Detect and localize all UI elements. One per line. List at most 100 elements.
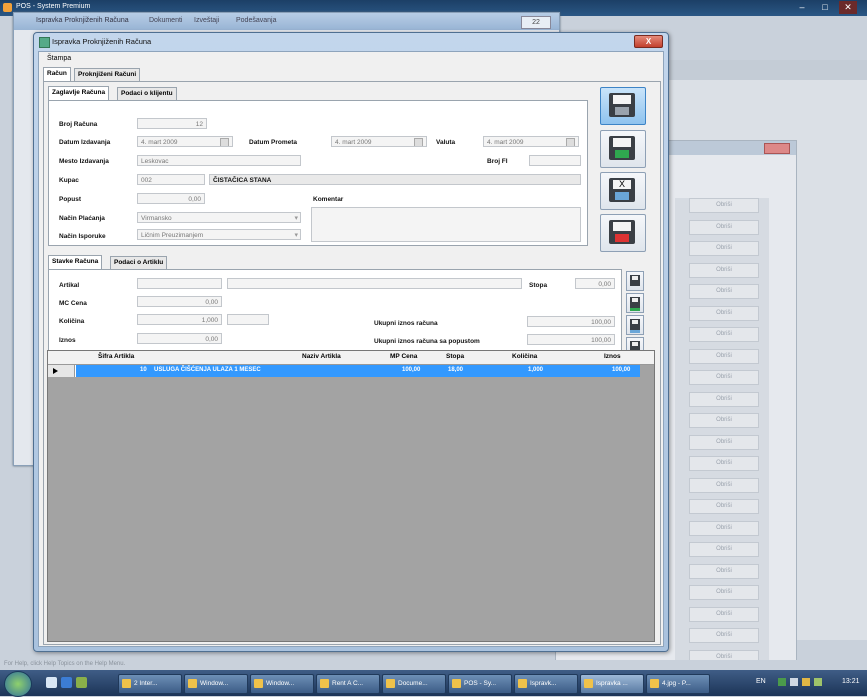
taskbar-app-icon xyxy=(584,678,593,688)
minimize-icon[interactable]: – xyxy=(793,1,811,14)
language-indicator[interactable]: EN xyxy=(756,678,766,685)
show-desktop-icon[interactable] xyxy=(46,677,57,688)
ie-icon[interactable] xyxy=(61,677,72,688)
tab-podaci-o-klijentu[interactable]: Podaci o klijentu xyxy=(117,87,177,100)
calendar-icon[interactable] xyxy=(566,138,575,146)
taskbar-button[interactable]: Ispravk... xyxy=(514,674,578,694)
column-stopa[interactable]: Stopa xyxy=(446,353,464,360)
undo-button[interactable] xyxy=(600,214,646,252)
table-row[interactable]: 10 USLUGA ČIŠĆENJA ULAZA 1 MESEC 100,00 … xyxy=(48,365,640,377)
switch-windows-icon[interactable] xyxy=(76,677,87,688)
menu-podesavanja[interactable]: Podešavanja xyxy=(236,17,276,24)
column-mp-cena[interactable]: MP Cena xyxy=(390,353,417,360)
row-selector[interactable] xyxy=(48,365,75,377)
taskbar-button[interactable]: 2 Inter... xyxy=(118,674,182,694)
mesto-izdavanja-field[interactable]: Leskovac xyxy=(137,155,301,166)
tab-podaci-o-artiklu[interactable]: Podaci o Artiklu xyxy=(110,256,168,269)
taskbar-app-icon xyxy=(188,678,197,688)
kupac-name-field: ČISTAČICA STANA xyxy=(209,174,581,185)
start-button[interactable] xyxy=(4,671,32,697)
obrisi-button[interactable]: Obriši xyxy=(689,284,759,299)
datum-prometa-picker[interactable]: 4. mart 2009 xyxy=(331,136,427,147)
taskbar-button[interactable]: Rent A C... xyxy=(316,674,380,694)
obrisi-button[interactable]: Obriši xyxy=(689,628,759,643)
obrisi-button[interactable]: Obriši xyxy=(689,413,759,428)
taskbar-button[interactable]: POS - Sy... xyxy=(448,674,512,694)
tab-stavke-racuna[interactable]: Stavke Računa xyxy=(48,255,103,269)
popust-field[interactable]: 0,00 xyxy=(137,193,205,204)
obrisi-button[interactable]: Obriši xyxy=(689,585,759,600)
broj-racuna-field[interactable]: 12 xyxy=(137,118,207,129)
kolicina-field[interactable]: 1,000 xyxy=(137,314,222,325)
maximize-icon[interactable]: □ xyxy=(816,1,834,14)
floppy-arrow-icon xyxy=(630,297,640,311)
taskbar-button[interactable]: Docume... xyxy=(382,674,446,694)
valuta-picker[interactable]: 4. mart 2009 xyxy=(483,136,579,147)
obrisi-button[interactable]: Obriši xyxy=(689,262,759,278)
taskbar-button[interactable]: 4.jpg - P... xyxy=(646,674,710,694)
close-button[interactable]: X xyxy=(634,35,663,48)
obrisi-button[interactable]: Obriši xyxy=(689,305,759,321)
cancel-button[interactable]: X xyxy=(600,172,646,210)
item-cancel-button[interactable] xyxy=(626,315,644,335)
nacin-isporuke-select[interactable]: Ličnim Preuzimanjem xyxy=(137,229,301,240)
window-icon xyxy=(39,37,50,48)
nacin-placanja-select[interactable]: Virmansko xyxy=(137,212,301,223)
tab-zaglavlje-racuna[interactable]: Zaglavlje Računa xyxy=(48,86,110,100)
save-new-button[interactable] xyxy=(600,130,646,168)
datum-izdavanja-picker[interactable]: 4. mart 2009 xyxy=(137,136,233,147)
column-kolicina[interactable]: Količina xyxy=(512,353,537,360)
artikal-name-field[interactable] xyxy=(227,278,522,289)
save-button[interactable] xyxy=(600,87,646,125)
cell-sifra: 10 xyxy=(140,367,147,373)
column-naziv[interactable]: Naziv Artikla xyxy=(302,353,341,360)
item-save-button[interactable] xyxy=(626,271,644,291)
mc-cena-field[interactable]: 0,00 xyxy=(137,296,222,307)
artikal-code-field[interactable] xyxy=(137,278,222,289)
tab-proknjizeni-racuni[interactable]: Proknjiženi Računi xyxy=(74,68,141,81)
column-iznos[interactable]: Iznos xyxy=(604,353,621,360)
close-icon[interactable] xyxy=(764,143,790,154)
tray-update-icon[interactable] xyxy=(814,678,822,686)
obrisi-button[interactable]: Obriši xyxy=(689,499,759,514)
items-table[interactable]: Šifra Artikla Naziv Artikla MP Cena Stop… xyxy=(47,350,655,642)
menu-izvestaji[interactable]: Izveštaji xyxy=(194,17,219,24)
calendar-icon[interactable] xyxy=(220,138,229,146)
obrisi-button[interactable]: Obriši xyxy=(689,520,759,536)
obrisi-button[interactable]: Obriši xyxy=(689,348,759,364)
obrisi-button[interactable]: Obriši xyxy=(689,456,759,471)
ukupni-iznos-field: 100,00 xyxy=(527,316,615,327)
obrisi-button[interactable]: Obriši xyxy=(689,563,759,579)
obrisi-button[interactable]: Obriši xyxy=(689,370,759,385)
taskbar-button[interactable]: Window... xyxy=(250,674,314,694)
taskbar-button[interactable]: Ispravka ... xyxy=(580,674,644,694)
menu-dokumenti[interactable]: Dokumenti xyxy=(149,17,182,24)
stopa-field[interactable]: 0,00 xyxy=(575,278,615,289)
tab-racun[interactable]: Račun xyxy=(43,67,71,81)
tray-app-icon[interactable] xyxy=(802,678,810,686)
kupac-code-field[interactable]: 002 xyxy=(137,174,205,185)
obrisi-button[interactable]: Obriši xyxy=(689,327,759,342)
obrisi-button[interactable]: Obriši xyxy=(689,434,759,450)
volume-icon[interactable] xyxy=(790,678,798,686)
network-icon[interactable] xyxy=(778,678,786,686)
background-close-button[interactable]: 22 xyxy=(521,16,551,29)
item-new-button[interactable] xyxy=(626,293,644,313)
obrisi-button[interactable]: Obriši xyxy=(689,241,759,256)
obrisi-button[interactable]: Obriši xyxy=(689,198,759,213)
obrisi-button[interactable]: Obriši xyxy=(689,219,759,235)
taskbar-button[interactable]: Window... xyxy=(184,674,248,694)
obrisi-button[interactable]: Obriši xyxy=(689,542,759,557)
column-sifra[interactable]: Šifra Artikla xyxy=(98,353,134,360)
komentar-field[interactable] xyxy=(311,207,581,242)
kolicina-unit-field[interactable] xyxy=(227,314,269,325)
iznos-field[interactable]: 0,00 xyxy=(137,333,222,344)
obrisi-button[interactable]: Obriši xyxy=(689,606,759,622)
obrisi-button[interactable]: Obriši xyxy=(689,477,759,493)
broj-fi-field[interactable] xyxy=(529,155,581,166)
calendar-icon[interactable] xyxy=(414,138,423,146)
close-icon[interactable]: ✕ xyxy=(839,1,857,14)
menu-stampa[interactable]: Štampa xyxy=(47,55,71,62)
clock[interactable]: 13:21 xyxy=(842,678,860,685)
obrisi-button[interactable]: Obriši xyxy=(689,391,759,407)
